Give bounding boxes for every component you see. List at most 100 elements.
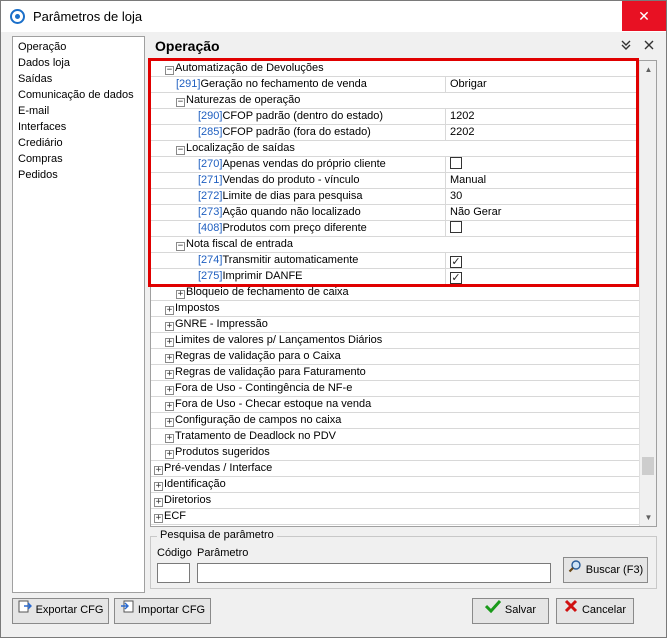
sidebar-item[interactable]: Saídas <box>18 71 144 87</box>
scroll-down-icon[interactable]: ▼ <box>640 509 656 526</box>
tree-group-row[interactable]: − Localização de saídas <box>151 141 639 157</box>
sidebar-item[interactable]: Compras <box>18 151 144 167</box>
param-label: Tratamento de Deadlock no PDV <box>175 430 337 442</box>
param-row[interactable]: [291]Geração no fechamento de venda Obrig… <box>151 77 639 93</box>
collapse-icon[interactable]: − <box>176 98 185 107</box>
collapse-icon[interactable]: − <box>176 242 185 251</box>
expand-icon[interactable]: + <box>165 418 174 427</box>
sidebar-item[interactable]: Comunicação de dados <box>18 87 144 103</box>
sidebar-item[interactable]: Dados loja <box>18 55 144 71</box>
param-name-cell: + ECF <box>151 509 639 525</box>
param-row[interactable]: [273]Ação quando não localizado Não Gerar <box>151 205 639 221</box>
search-button[interactable]: Buscar (F3) <box>563 557 648 583</box>
tree-group-row[interactable]: + Bloqueio de fechamento de caixa <box>151 285 639 301</box>
tree-group-row[interactable]: + Limites de valores p/ Lançamentos Diári… <box>151 333 639 349</box>
save-button[interactable]: Salvar <box>472 598 549 624</box>
param-value[interactable]: 2202 <box>447 125 637 141</box>
param-value-cell <box>447 157 637 173</box>
expand-icon[interactable]: + <box>165 338 174 347</box>
tree-group-row[interactable]: + Tratamento de Deadlock no PDV <box>151 429 639 445</box>
param-name-cell: [272]Limite de dias para pesquisa <box>151 189 446 205</box>
tree-group-row[interactable]: − Naturezas de operação <box>151 93 639 109</box>
cancel-button[interactable]: Cancelar <box>556 598 634 624</box>
tree-group-row[interactable]: + Pré-vendas / Interface <box>151 461 639 477</box>
expand-icon[interactable]: + <box>154 514 163 523</box>
window-close-button[interactable]: ✕ <box>622 1 666 31</box>
sidebar-item[interactable]: Pedidos <box>18 167 144 183</box>
param-name-cell: [273]Ação quando não localizado <box>151 205 446 221</box>
collapse-icon[interactable]: − <box>176 146 185 155</box>
param-row[interactable]: [275]Imprimir DANFE ✓ <box>151 269 639 285</box>
param-checkbox[interactable] <box>450 221 462 233</box>
param-checkbox[interactable]: ✓ <box>450 272 462 284</box>
param-value[interactable]: Manual <box>447 173 637 189</box>
scroll-thumb[interactable] <box>642 457 654 475</box>
expand-icon[interactable]: + <box>176 290 185 299</box>
param-row[interactable]: [272]Limite de dias para pesquisa 30 <box>151 189 639 205</box>
param-row[interactable]: [408]Produtos com preço diferente <box>151 221 639 237</box>
param-row[interactable]: [274]Transmitir automaticamente ✓ <box>151 253 639 269</box>
chevron-double-down-icon[interactable] <box>619 39 633 53</box>
param-value[interactable]: 1202 <box>447 109 637 125</box>
param-row[interactable]: [271]Vendas do produto - vínculo Manual <box>151 173 639 189</box>
expand-icon[interactable]: + <box>165 450 174 459</box>
expand-icon[interactable]: + <box>154 466 163 475</box>
param-checkbox[interactable]: ✓ <box>450 256 462 268</box>
tree-group-row[interactable]: − Nota fiscal de entrada <box>151 237 639 253</box>
vertical-scrollbar[interactable]: ▲ ▼ <box>639 61 656 526</box>
param-name-cell: [291]Geração no fechamento de venda <box>151 77 446 93</box>
param-id: [408] <box>198 222 223 234</box>
expand-icon[interactable]: + <box>165 434 174 443</box>
param-label: Limite de dias para pesquisa <box>222 190 363 202</box>
expand-icon[interactable]: + <box>154 498 163 507</box>
tree-group-row[interactable]: − Automatização de Devoluções <box>151 61 639 77</box>
tree-group-row[interactable]: + ECF <box>151 509 639 525</box>
param-label: Configuração de campos no caixa <box>175 414 342 426</box>
title-bar: Parâmetros de loja ✕ <box>1 1 666 32</box>
tree-group-row[interactable]: + Impostos <box>151 301 639 317</box>
sidebar-item[interactable]: Crediário <box>18 135 144 151</box>
export-cfg-button[interactable]: Exportar CFG <box>12 598 109 624</box>
param-label: ECF <box>164 510 186 522</box>
tree-group-row[interactable]: + Identificação <box>151 477 639 493</box>
param-value[interactable]: 30 <box>447 189 637 205</box>
param-row[interactable]: [290]CFOP padrão (dentro do estado) 1202 <box>151 109 639 125</box>
close-icon[interactable] <box>642 39 656 53</box>
param-input[interactable] <box>197 563 551 583</box>
param-label: Fora de Uso - Contingência de NF-e <box>175 382 353 394</box>
expand-icon[interactable]: + <box>165 370 174 379</box>
tree-group-row[interactable]: + Regras de validação para Faturamento <box>151 365 639 381</box>
params-tree-grid[interactable]: − Automatização de Devoluções [291]Geração… <box>150 60 657 527</box>
tree-group-row[interactable]: + Regras de validação para o Caixa <box>151 349 639 365</box>
param-label: Automatização de Devoluções <box>175 62 324 74</box>
sidebar-item[interactable]: Operação <box>18 39 144 55</box>
collapse-icon[interactable]: − <box>165 66 174 75</box>
param-row[interactable]: [270]Apenas vendas do próprio cliente <box>151 157 639 173</box>
param-value[interactable]: Obrigar <box>447 77 637 93</box>
param-value[interactable]: Não Gerar <box>447 205 637 221</box>
code-input[interactable] <box>157 563 190 583</box>
expand-icon[interactable]: + <box>165 354 174 363</box>
tree-group-row[interactable]: + Diretorios <box>151 493 639 509</box>
expand-icon[interactable]: + <box>165 386 174 395</box>
sidebar-item[interactable]: Interfaces <box>18 119 144 135</box>
expand-icon[interactable]: + <box>165 322 174 331</box>
tree-group-row[interactable]: + Configuração de campos no caixa <box>151 413 639 429</box>
param-label: CFOP padrão (fora do estado) <box>222 126 371 138</box>
param-name-cell: [408]Produtos com preço diferente <box>151 221 446 237</box>
param-label: Limites de valores p/ Lançamentos Diário… <box>175 334 383 346</box>
param-checkbox[interactable] <box>450 157 462 169</box>
scroll-up-icon[interactable]: ▲ <box>640 61 656 78</box>
param-row[interactable]: [285]CFOP padrão (fora do estado) 2202 <box>151 125 639 141</box>
sidebar-item[interactable]: E-mail <box>18 103 144 119</box>
param-name-cell: [271]Vendas do produto - vínculo <box>151 173 446 189</box>
tree-group-row[interactable]: + Fora de Uso - Contingência de NF-e <box>151 381 639 397</box>
expand-icon[interactable]: + <box>165 402 174 411</box>
param-id: [285] <box>198 126 223 138</box>
tree-group-row[interactable]: + GNRE - Impressão <box>151 317 639 333</box>
expand-icon[interactable]: + <box>165 306 174 315</box>
tree-group-row[interactable]: + Produtos sugeridos <box>151 445 639 461</box>
tree-group-row[interactable]: + Fora de Uso - Checar estoque na venda <box>151 397 639 413</box>
expand-icon[interactable]: + <box>154 482 163 491</box>
import-cfg-button[interactable]: Importar CFG <box>114 598 211 624</box>
